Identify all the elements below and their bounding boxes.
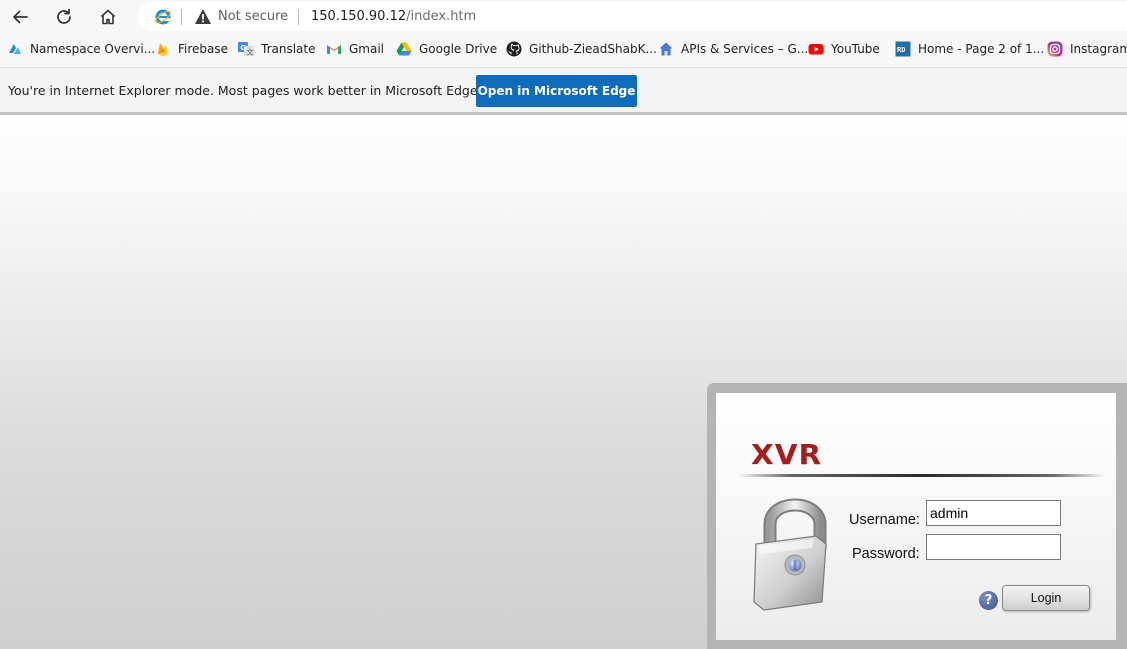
username-input[interactable] [926,500,1061,526]
bookmark-home-page[interactable]: RD Home - Page 2 of 1... [895,39,1044,59]
refresh-icon [57,8,71,24]
bookmark-label: Firebase [178,42,229,56]
google-drive-icon [396,41,412,57]
bookmark-instagram[interactable]: Instagram [1047,39,1127,59]
bookmark-github[interactable]: Github-ZieadShabK... [506,39,657,59]
bookmark-youtube[interactable]: YouTube [808,39,880,59]
instagram-icon [1047,41,1063,57]
bookmark-label: Google Drive [419,42,498,56]
bookmark-label: Home - Page 2 of 1... [918,42,1045,56]
address-bar[interactable]: Not secure 150.150.90.12/index.htm [138,2,1127,31]
open-in-edge-button[interactable]: Open in Microsoft Edge [476,75,637,107]
back-arrow-icon [13,10,28,24]
bookmark-label: Instagram [1070,42,1127,56]
username-label: Username: [849,512,920,528]
github-icon [506,41,522,57]
ie-mode-banner: You're in Internet Explorer mode. Most p… [0,67,1127,115]
login-button[interactable]: Login [1002,585,1090,611]
apis-icon [658,41,674,57]
bookmark-label: Namespace Overvi... [30,42,156,56]
bookmark-label: Translate [261,42,316,56]
bookmark-firebase[interactable]: Firebase [155,39,228,59]
svg-text:文: 文 [247,48,254,57]
bookmark-label: YouTube [831,42,880,56]
address-separator [181,9,182,25]
password-input[interactable] [926,534,1061,560]
help-icon[interactable]: ? [979,591,998,610]
bookmark-label: Gmail [349,42,385,56]
bookmark-google-drive[interactable]: Google Drive [396,39,497,59]
bookmark-translate[interactable]: G文 Translate [238,39,316,59]
address-separator [298,9,299,25]
url-host: 150.150.90.12 [311,9,407,24]
url-text[interactable]: 150.150.90.12/index.htm [311,9,476,24]
bookmark-apis-services[interactable]: APIs & Services – G... [658,39,808,59]
warning-icon[interactable] [194,8,212,25]
url-path: /index.htm [406,9,477,24]
svg-text:RD: RD [897,46,905,54]
svg-text:G: G [240,44,246,52]
browser-toolbar: Not secure 150.150.90.12/index.htm [0,0,1127,33]
password-label: Password: [852,546,920,562]
youtube-icon [808,41,824,57]
refresh-button[interactable] [51,4,77,30]
bookmark-namespace-overview[interactable]: Namespace Overvi... [7,39,155,59]
bookmark-label: Github-ZieadShabK... [529,42,657,56]
ie-mode-message: You're in Internet Explorer mode. Most p… [8,83,482,98]
back-button[interactable] [7,4,33,30]
bookmark-label: APIs & Services – G... [681,42,809,56]
home-button[interactable] [95,4,121,30]
padlock-icon [753,498,827,611]
rd-icon: RD [895,41,911,57]
bookmarks-bar: Namespace Overvi... Firebase G文 Translat… [0,33,1127,66]
bookmark-gmail[interactable]: Gmail [326,39,384,59]
logo-divider [735,474,1107,477]
xvr-logo: XVR [751,438,823,471]
gmail-icon [326,41,342,57]
translate-icon: G文 [238,41,254,57]
azure-icon [7,41,23,57]
internet-explorer-icon [155,9,171,25]
not-secure-label[interactable]: Not secure [218,9,288,24]
home-icon [100,9,116,25]
firebase-icon [155,41,171,57]
